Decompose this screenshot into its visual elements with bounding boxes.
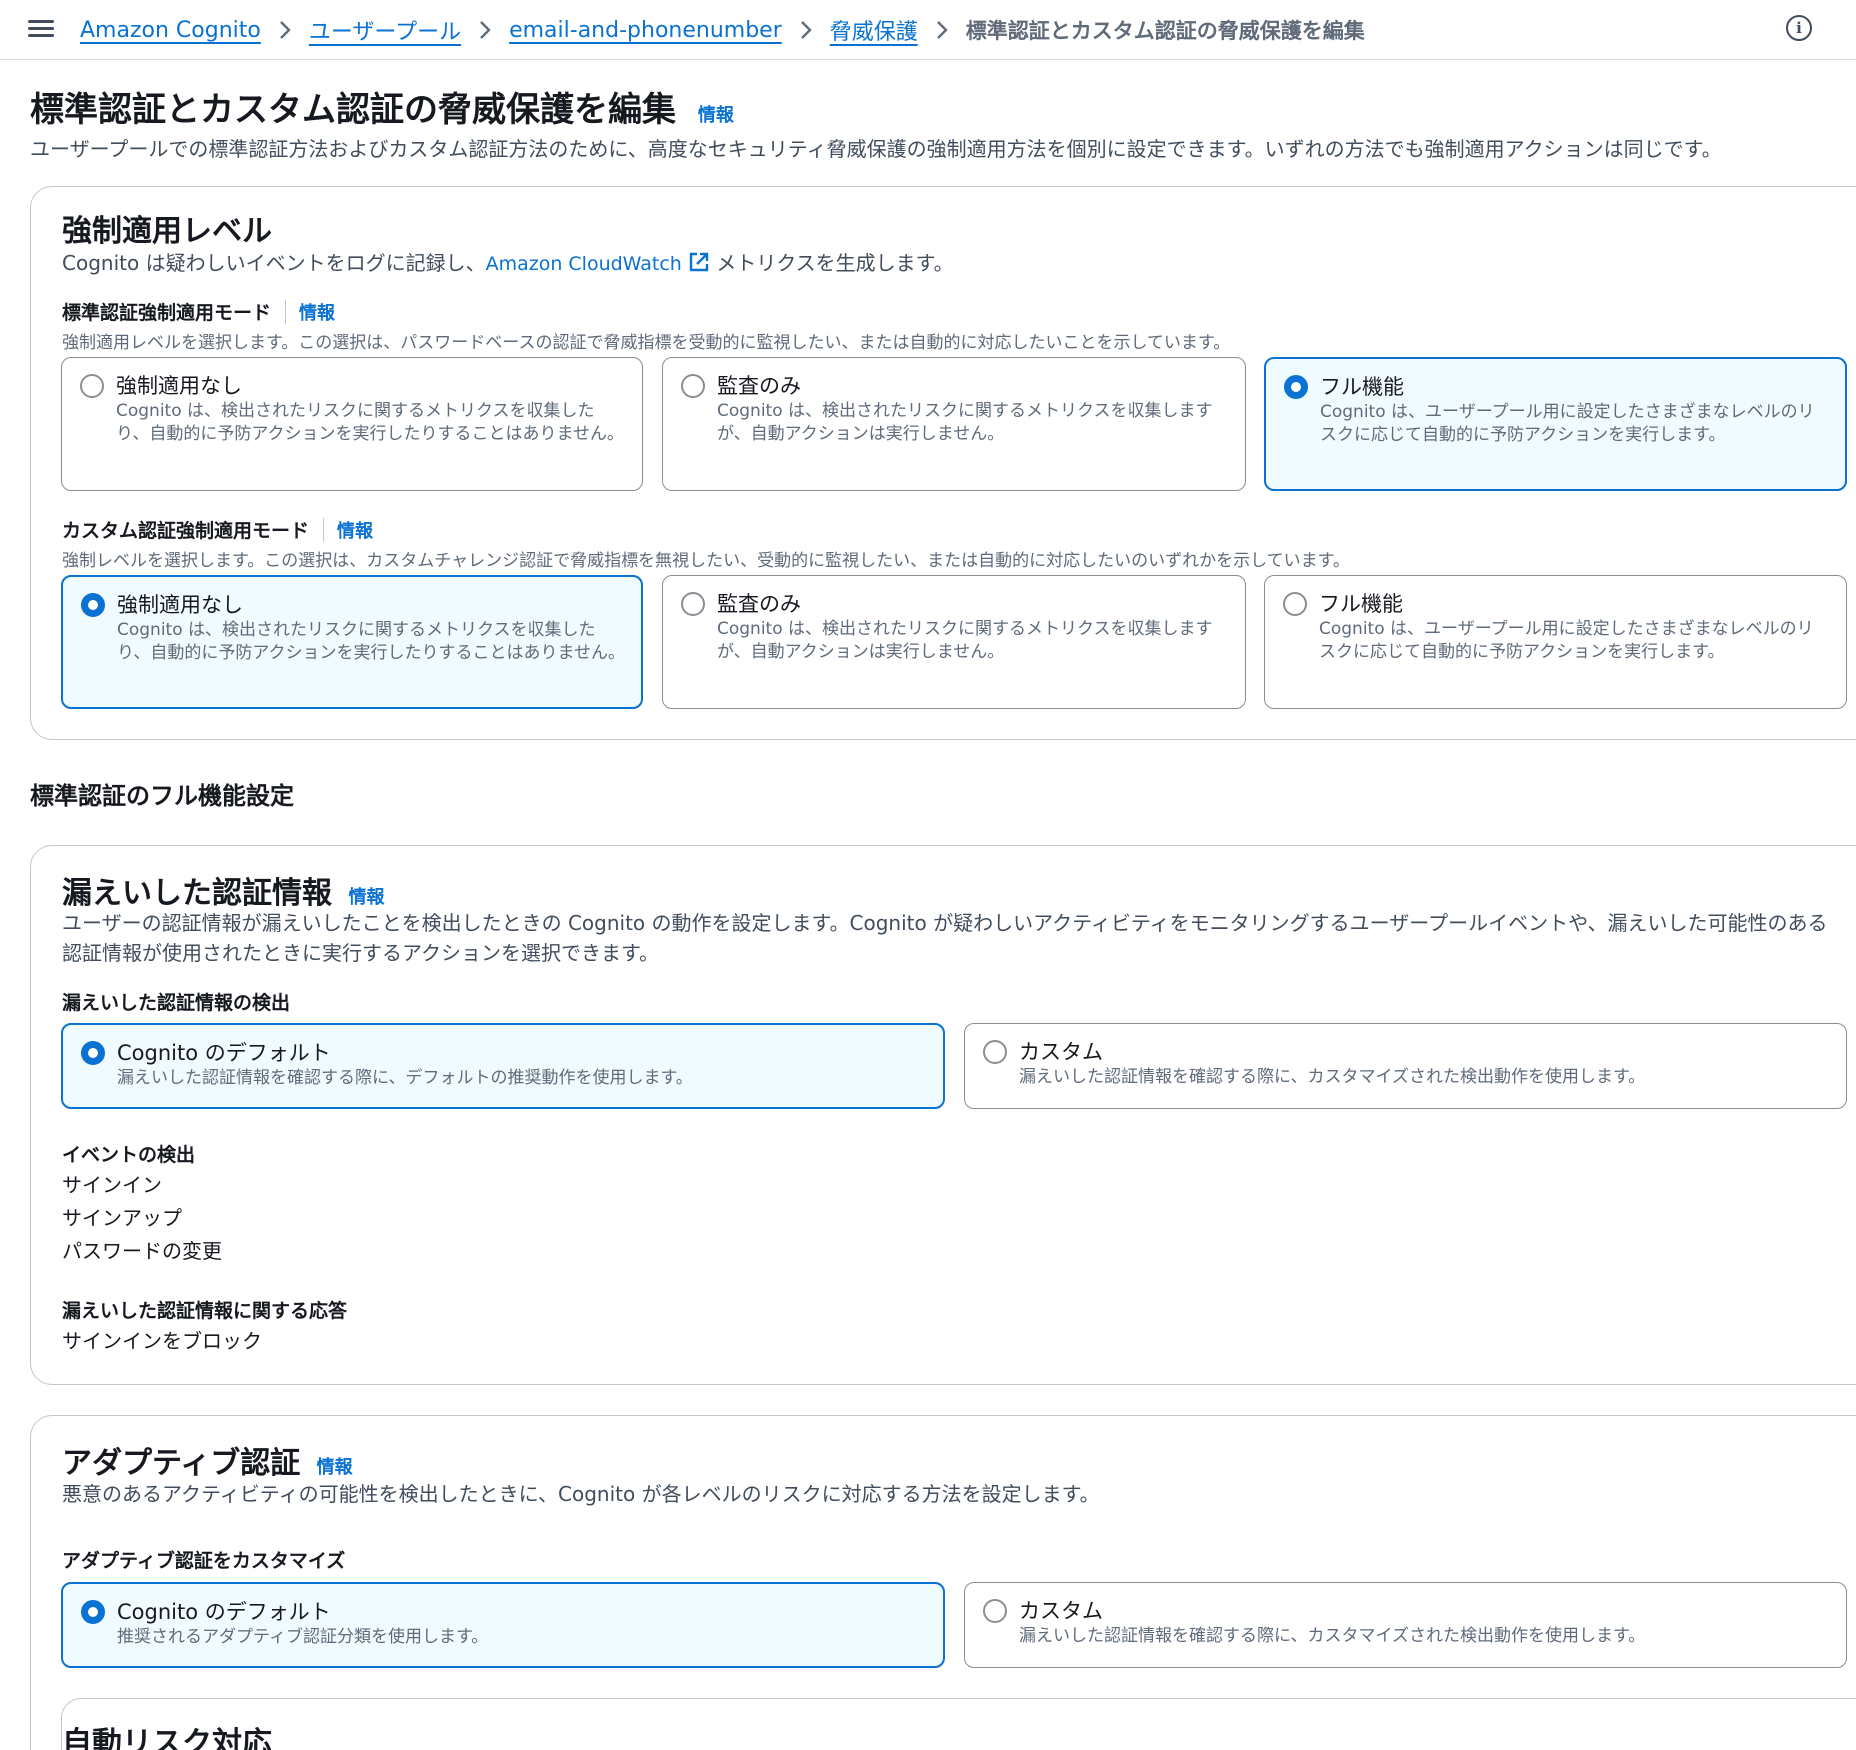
option-description: Cognito は、検出されたリスクに関するメトリクスを収集しますが、自動アクシ… (717, 619, 1213, 662)
adaptive-option-custom[interactable]: カスタム 漏えいした認証情報を確認する際に、カスタマイズされた検出動作を使用しま… (964, 1582, 1847, 1668)
event-item: サインイン (62, 1173, 162, 1197)
radio-button[interactable] (681, 374, 705, 398)
option-title: フル機能 (1319, 592, 1403, 616)
enforcement-desc-prefix: Cognito は疑わしいイベントをログに記録し、 (62, 251, 486, 275)
custom-option-full-function[interactable]: フル機能 Cognito は、ユーザープール用に設定したさまざまなレベルのリスク… (1264, 575, 1847, 709)
cloudwatch-link[interactable]: Amazon CloudWatch (485, 252, 710, 275)
option-title: カスタム (1019, 1599, 1103, 1623)
option-title: Cognito のデフォルト (117, 1041, 331, 1065)
standard-mode-description: 強制適用レベルを選択します。この選択は、パスワードベースの認証で脅威指標を受動的… (62, 333, 1231, 353)
radio-button[interactable] (681, 592, 705, 616)
page-title-text: 標準認証とカスタム認証の脅威保護を編集 (30, 90, 676, 130)
adaptive-auth-info-link[interactable]: 情報 (317, 1457, 353, 1478)
option-title: カスタム (1019, 1040, 1103, 1064)
top-navigation-bar: Amazon Cognito ユーザープール email-and-phonenu… (0, 0, 1856, 60)
custom-mode-label: カスタム認証強制適用モード 情報 (62, 516, 373, 543)
page-info-link[interactable]: 情報 (698, 105, 734, 126)
leaked-detection-label: 漏えいした認証情報の検出 (62, 992, 291, 1014)
option-title: Cognito のデフォルト (117, 1600, 331, 1624)
leaked-credentials-description: ユーザーの認証情報が漏えいしたことを検出したときの Cognito の動作を設定… (62, 911, 1828, 965)
auto-risk-container (61, 1698, 1856, 1750)
option-description: 推奨されるアダプティブ認証分類を使用します。 (117, 1627, 489, 1647)
radio-button-selected[interactable] (1284, 375, 1308, 399)
hamburger-icon[interactable] (28, 17, 54, 41)
custom-mode-info-link[interactable]: 情報 (337, 517, 373, 543)
radio-button[interactable] (80, 374, 104, 398)
external-link-icon (689, 252, 709, 272)
standard-mode-label: 標準認証強制適用モード 情報 (62, 298, 335, 325)
info-circle-icon[interactable]: i (1786, 15, 1812, 41)
adaptive-auth-description: 悪意のあるアクティビティの可能性を検出したときに、Cognito が各レベルのリ… (62, 1482, 1100, 1506)
adaptive-auth-title: アダプティブ認証 情報 (62, 1438, 353, 1482)
breadcrumb: Amazon Cognito ユーザープール email-and-phonenu… (80, 13, 1365, 47)
events-detection-label: イベントの検出 (62, 1144, 196, 1166)
enforcement-level-title: 強制適用レベル (62, 214, 272, 249)
option-title: 強制適用なし (116, 374, 242, 398)
enforcement-desc-suffix: メトリクスを生成します。 (716, 251, 954, 275)
full-settings-heading: 標準認証のフル機能設定 (30, 782, 294, 810)
chevron-right-icon (279, 20, 291, 40)
event-item: サインアップ (62, 1206, 182, 1230)
leaked-response-value: サインインをブロック (62, 1329, 262, 1353)
leaked-option-custom[interactable]: カスタム 漏えいした認証情報を確認する際に、カスタマイズされた検出動作を使用しま… (964, 1023, 1847, 1109)
option-title: 監査のみ (717, 374, 801, 398)
standard-option-full-function[interactable]: フル機能 Cognito は、ユーザープール用に設定したさまざまなレベルのリスク… (1264, 357, 1847, 491)
standard-option-audit-only[interactable]: 監査のみ Cognito は、検出されたリスクに関するメトリクスを収集しますが、… (662, 357, 1246, 491)
option-description: Cognito は、検出されたリスクに関するメトリクスを収集しますが、自動アクシ… (717, 401, 1213, 444)
option-title: 監査のみ (717, 592, 801, 616)
radio-button-selected[interactable] (81, 1041, 105, 1065)
radio-button-selected[interactable] (81, 1600, 105, 1624)
standard-mode-info-link[interactable]: 情報 (299, 299, 335, 325)
option-description: Cognito は、検出されたリスクに関するメトリクスを収集したり、自動的に予防… (116, 401, 624, 444)
radio-button[interactable] (1283, 592, 1307, 616)
leaked-credentials-title: 漏えいした認証情報 情報 (62, 868, 384, 912)
custom-mode-label-text: カスタム認証強制適用モード (62, 520, 310, 542)
option-description: Cognito は、検出されたリスクに関するメトリクスを収集したり、自動的に予防… (117, 620, 625, 663)
chevron-right-icon (936, 20, 948, 40)
custom-option-audit-only[interactable]: 監査のみ Cognito は、検出されたリスクに関するメトリクスを収集しますが、… (662, 575, 1246, 709)
breadcrumb-current: 標準認証とカスタム認証の脅威保護を編集 (965, 19, 1365, 43)
option-description: 漏えいした認証情報を確認する際に、カスタマイズされた検出動作を使用します。 (1019, 1067, 1646, 1087)
leaked-option-cognito-default[interactable]: Cognito のデフォルト 漏えいした認証情報を確認する際に、デフォルトの推奨… (61, 1023, 945, 1109)
option-title: フル機能 (1320, 375, 1404, 399)
breadcrumb-user-pools[interactable]: ユーザープール (309, 14, 461, 46)
custom-mode-description: 強制レベルを選択します。この選択は、カスタムチャレンジ認証で脅威指標を無視したい… (62, 551, 1350, 571)
page-description: ユーザープールでの標準認証方法およびカスタム認証方法のために、高度なセキュリティ… (30, 137, 1722, 161)
page-title: 標準認証とカスタム認証の脅威保護を編集 情報 (30, 82, 734, 131)
breadcrumb-amazon-cognito[interactable]: Amazon Cognito (80, 18, 261, 43)
adaptive-customize-label: アダプティブ認証をカスタマイズ (62, 1550, 346, 1572)
option-description: Cognito は、ユーザープール用に設定したさまざまなレベルのリスクに応じて自… (1320, 402, 1815, 445)
radio-button[interactable] (983, 1599, 1007, 1623)
standard-option-no-enforcement[interactable]: 強制適用なし Cognito は、検出されたリスクに関するメトリクスを収集したり… (61, 357, 643, 491)
adaptive-auth-title-text: アダプティブ認証 (62, 1446, 301, 1481)
leaked-credentials-info-link[interactable]: 情報 (348, 887, 384, 908)
breadcrumb-user-pool-name[interactable]: email-and-phonenumber (509, 18, 782, 43)
chevron-right-icon (479, 20, 491, 40)
standard-mode-label-text: 標準認証強制適用モード (62, 302, 272, 324)
breadcrumb-threat-protection[interactable]: 脅威保護 (830, 14, 918, 46)
option-description: 漏えいした認証情報を確認する際に、デフォルトの推奨動作を使用します。 (117, 1068, 693, 1088)
adaptive-option-cognito-default[interactable]: Cognito のデフォルト 推奨されるアダプティブ認証分類を使用します。 (61, 1582, 945, 1668)
option-description: Cognito は、ユーザープール用に設定したさまざまなレベルのリスクに応じて自… (1319, 619, 1814, 662)
leaked-credentials-title-text: 漏えいした認証情報 (62, 876, 332, 911)
cloudwatch-link-text: Amazon CloudWatch (485, 253, 682, 275)
radio-button[interactable] (983, 1040, 1007, 1064)
option-title: 強制適用なし (117, 593, 243, 617)
option-description: 漏えいした認証情報を確認する際に、カスタマイズされた検出動作を使用します。 (1019, 1626, 1646, 1646)
radio-button-selected[interactable] (81, 593, 105, 617)
auto-risk-title: 自動リスク対応 (62, 1726, 272, 1750)
event-item: パスワードの変更 (62, 1239, 222, 1263)
enforcement-level-description: Cognito は疑わしいイベントをログに記録し、Amazon CloudWat… (62, 248, 954, 279)
custom-option-no-enforcement[interactable]: 強制適用なし Cognito は、検出されたリスクに関するメトリクスを収集したり… (61, 575, 643, 709)
chevron-right-icon (800, 20, 812, 40)
leaked-response-label: 漏えいした認証情報に関する応答 (62, 1300, 348, 1322)
